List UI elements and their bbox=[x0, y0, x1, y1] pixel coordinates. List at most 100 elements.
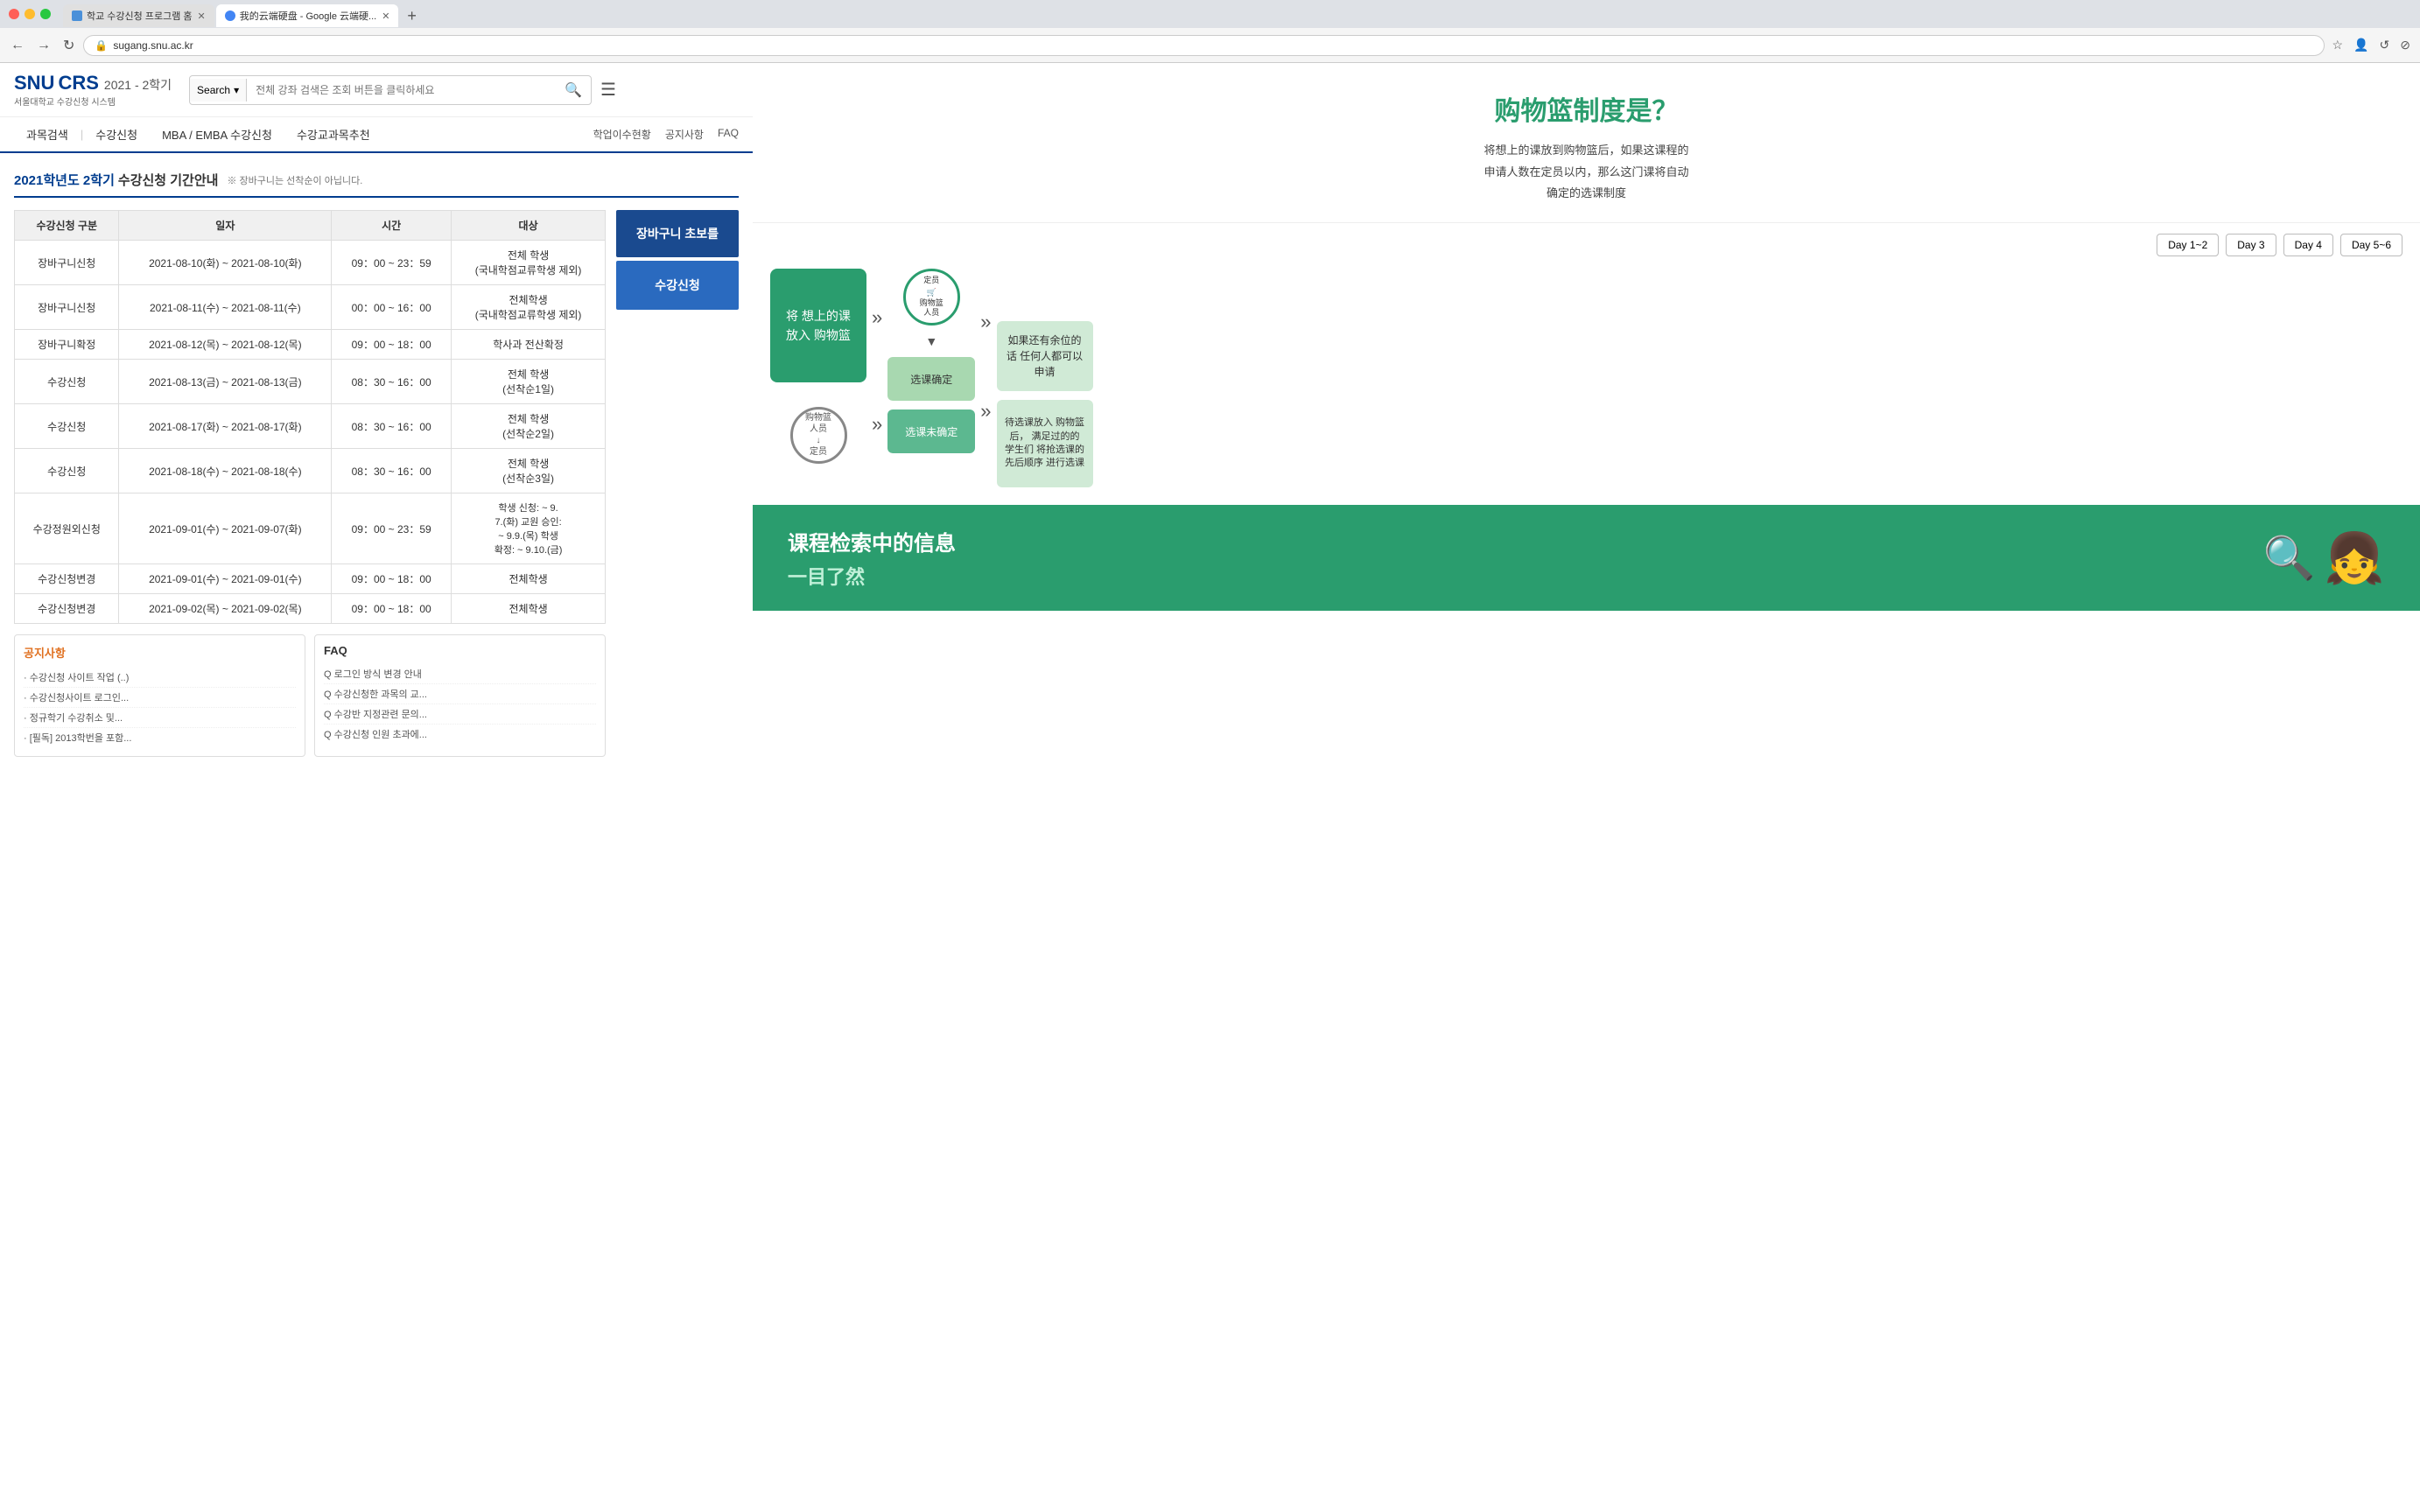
search-button[interactable]: 🔍 bbox=[556, 76, 591, 104]
row6-time: 08：30 ~ 16：00 bbox=[332, 449, 452, 494]
panels-wrapper: SNU CRS 2021 - 2학기 서울대학교 수강신청 시스템 Search… bbox=[0, 63, 2420, 1512]
day-tabs-row: Day 1~2 Day 3 Day 4 Day 5~6 bbox=[753, 223, 2420, 260]
nav-item-coursesearch[interactable]: 과목검색 bbox=[14, 117, 81, 151]
section-year: 2021학년도 2학기 bbox=[14, 171, 115, 189]
logo-block: SNU CRS 2021 - 2학기 서울대학교 수강신청 시스템 bbox=[14, 72, 172, 108]
section-note: ※ 장바구니는 선착순이 아닙니다. bbox=[227, 173, 362, 187]
new-tab-button[interactable]: + bbox=[400, 5, 424, 27]
flow-diagram: 将 想上的课 放入 购物篮 购物篮人员↓定员 » » 定 bbox=[753, 260, 2420, 505]
day-tab-5-6[interactable]: Day 5~6 bbox=[2340, 234, 2402, 256]
faq-panel-title: FAQ bbox=[324, 644, 596, 657]
schedule-table: 수강신청 구분 일자 시간 대상 장바구니신청 2021-08-10(화) ~ … bbox=[14, 210, 606, 624]
row9-type: 수강신청변경 bbox=[15, 594, 119, 624]
browser-tab-2[interactable]: 我的云端硬盘 - Google 云端硬... ✕ bbox=[216, 4, 399, 27]
nav-item-register[interactable]: 수강신청 bbox=[83, 117, 150, 151]
bookmark-button[interactable]: ☆ bbox=[2330, 35, 2346, 55]
right-top-section: 购物篮制度是？ 将想上的课放到购物篮后，如果这课程的 申请人数在定员以内，那么这… bbox=[753, 63, 2420, 223]
close-button[interactable] bbox=[9, 9, 19, 19]
content-area: 2021학년도 2학기 수강신청 기간안내 ※ 장바구니는 선착순이 아닙니다.… bbox=[0, 153, 753, 774]
flow-box-step3b: 待选课放入 购物篮后， 满足过的的 学生们 将抢选课的 先后顺序 进行选课 bbox=[997, 400, 1093, 487]
arrow-right-4: » bbox=[980, 402, 991, 421]
tab2-label: 我的云端硬盘 - Google 云端硬... bbox=[240, 9, 376, 23]
browser-tab-1[interactable]: 학교 수강신청 프로그램 홈 ✕ bbox=[63, 4, 214, 27]
nav-notice[interactable]: 공지사항 bbox=[665, 127, 704, 142]
minimize-button[interactable] bbox=[25, 9, 35, 19]
tab1-close[interactable]: ✕ bbox=[198, 10, 206, 22]
register-button[interactable]: 수강신청 bbox=[616, 261, 739, 310]
flow-circle-top: 定员 🛒 购物篮人员 bbox=[903, 269, 960, 326]
back-button[interactable]: ← bbox=[7, 34, 28, 57]
faq-item-3[interactable]: Q 수강반 지정관련 문의... bbox=[324, 704, 596, 724]
arrow-right-2: » bbox=[872, 415, 882, 434]
browser-controls: ← → ↻ 🔒 sugang.snu.ac.kr ☆ 👤 ↺ ⊘ bbox=[0, 28, 2420, 63]
flow-arrows-2: » » bbox=[980, 269, 991, 421]
row2-type: 장바구니신청 bbox=[15, 285, 119, 330]
search-input[interactable] bbox=[247, 79, 556, 102]
faq-item-4[interactable]: Q 수강신청 인원 초과에... bbox=[324, 724, 596, 744]
right-desc-cn: 将想上的课放到购物篮后，如果这课程的 申请人数在定员以内，那么这门课将自动 确定… bbox=[796, 140, 2376, 205]
flow-circle-bottom-text: 购物篮人员↓定员 bbox=[805, 412, 831, 458]
row3-date: 2021-08-12(목) ~ 2021-08-12(목) bbox=[119, 330, 332, 360]
refresh-alt-button[interactable]: ↺ bbox=[2377, 35, 2393, 55]
table-header: 수강신청 구분 일자 시간 대상 bbox=[15, 211, 606, 241]
logo-year-text: 2021 - 2학기 bbox=[104, 76, 172, 94]
hamburger-menu-button[interactable]: ☰ bbox=[600, 79, 616, 101]
notice-item-3[interactable]: · 정규학기 수강취소 및... bbox=[24, 708, 296, 728]
spacer-2 bbox=[980, 340, 991, 393]
address-text: sugang.snu.ac.kr bbox=[113, 39, 2312, 52]
row3-type: 장바구니확정 bbox=[15, 330, 119, 360]
tab2-close[interactable]: ✕ bbox=[382, 10, 389, 22]
row6-target: 전체 학생 (선착순3일) bbox=[452, 449, 606, 494]
row4-type: 수강신청 bbox=[15, 360, 119, 404]
row6-date: 2021-08-18(수) ~ 2021-08-18(수) bbox=[119, 449, 332, 494]
flow-arrows-1: » » bbox=[872, 269, 882, 434]
nav-item-recommend[interactable]: 수강교과목추천 bbox=[284, 117, 382, 151]
table-row: 장바구니신청 2021-08-10(화) ~ 2021-08-10(화) 09：… bbox=[15, 241, 606, 285]
row7-type: 수강정원외신청 bbox=[15, 494, 119, 564]
maximize-button[interactable] bbox=[40, 9, 51, 19]
day-tab-1-2[interactable]: Day 1~2 bbox=[2157, 234, 2219, 256]
notice-item-1[interactable]: · 수강신청 사이트 작업 (..) bbox=[24, 668, 296, 688]
logo-title-row: SNU CRS 2021 - 2학기 bbox=[14, 72, 172, 94]
search-dropdown[interactable]: Search ▾ bbox=[190, 79, 247, 102]
address-bar[interactable]: 🔒 sugang.snu.ac.kr bbox=[83, 35, 2324, 56]
flow-box-step3-top: 如果还有余位的话 任何人都可以申请 bbox=[997, 321, 1093, 391]
title-bar: 학교 수강신청 프로그램 홈 ✕ 我的云端硬盘 - Google 云端硬... … bbox=[0, 0, 2420, 28]
nav-faq[interactable]: FAQ bbox=[718, 127, 739, 142]
day-tab-4[interactable]: Day 4 bbox=[2283, 234, 2333, 256]
day-tab-3[interactable]: Day 3 bbox=[2226, 234, 2276, 256]
nav-academic-history[interactable]: 학업이수현황 bbox=[593, 127, 651, 142]
notice-item-2[interactable]: · 수강신청사이트 로그인... bbox=[24, 688, 296, 708]
stop-button[interactable]: ⊘ bbox=[2397, 35, 2413, 55]
faq-item-2[interactable]: Q 수강신청한 과목의 교... bbox=[324, 684, 596, 704]
row7-target: 학생 신청: ~ 9. 7.(화) 교원 승인: ~ 9.9.(목) 학생 확정… bbox=[452, 494, 606, 564]
bottom-banner-title: 课程检索中的信息 bbox=[788, 526, 956, 556]
row8-target: 전체학생 bbox=[452, 564, 606, 594]
col-type: 수강신청 구분 bbox=[15, 211, 119, 241]
flow-box-step1-top: 将 想上的课 放入 购物篮 bbox=[770, 269, 866, 382]
circle-top-sub: 购物篮人员 bbox=[920, 298, 943, 318]
col-target: 대상 bbox=[452, 211, 606, 241]
row9-target: 전체학생 bbox=[452, 594, 606, 624]
row6-type: 수강신청 bbox=[15, 449, 119, 494]
arrow-right-1: » bbox=[872, 308, 882, 327]
row3-time: 09：00 ~ 18：00 bbox=[332, 330, 452, 360]
row2-target: 전체학생 (국내학점교류학생 제외) bbox=[452, 285, 606, 330]
notice-item-4[interactable]: · [필독] 2013학번을 포함... bbox=[24, 728, 296, 747]
chevron-down-icon: ▾ bbox=[234, 84, 239, 96]
logo-snu-text: SNU bbox=[14, 72, 54, 94]
flow-col-3: 如果还有余位的话 任何人都可以申请 待选课放入 购物篮后， 满足过的的 学生们 … bbox=[997, 321, 1093, 487]
row4-target: 전체 학생 (선착순1일) bbox=[452, 360, 606, 404]
reload-button[interactable]: ↻ bbox=[60, 33, 78, 58]
notice-panel: 공지사항 · 수강신청 사이트 작업 (..) · 수강신청사이트 로그인...… bbox=[14, 634, 305, 757]
profile-button[interactable]: 👤 bbox=[2351, 35, 2371, 55]
basket-intro-button[interactable]: 장바구니 초보를 bbox=[616, 210, 739, 257]
side-buttons-column: 장바구니 초보를 수강신청 bbox=[616, 210, 739, 757]
flow-circle-bottom: 购物篮人员↓定员 bbox=[790, 407, 847, 464]
row5-target: 전체 학생 (선착순2일) bbox=[452, 404, 606, 449]
forward-button[interactable]: → bbox=[33, 34, 54, 57]
nav-item-mba[interactable]: MBA / EMBA 수강신청 bbox=[150, 117, 284, 151]
table-row: 수강신청변경 2021-09-02(목) ~ 2021-09-02(목) 09：… bbox=[15, 594, 606, 624]
faq-item-1[interactable]: Q 로그인 방식 변경 안내 bbox=[324, 664, 596, 684]
tab1-favicon bbox=[72, 10, 82, 21]
